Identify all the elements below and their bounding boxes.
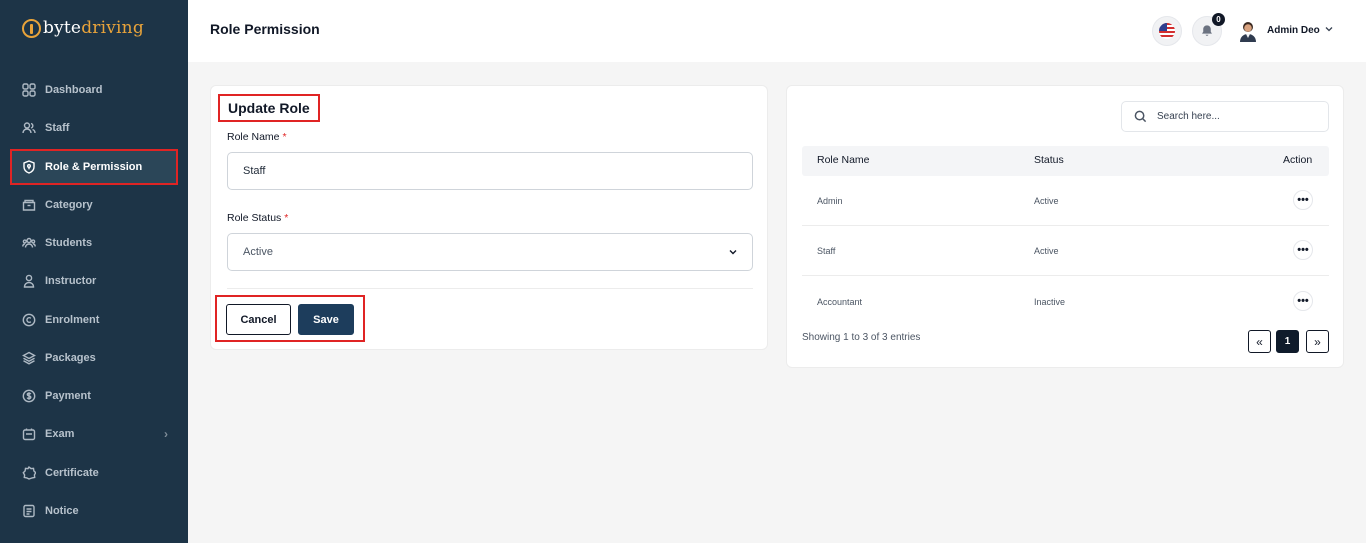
role-name-label-text: Role Name — [227, 131, 280, 143]
sidebar-item-label: Notice — [45, 505, 79, 517]
document-icon — [22, 504, 36, 518]
entries-info: Showing 1 to 3 of 3 entries — [802, 332, 921, 343]
exam-icon — [22, 427, 36, 441]
table-header: Role Name Status Action — [802, 146, 1329, 176]
brand-name-part1: byte — [43, 18, 82, 38]
status-cell: Inactive — [1034, 297, 1066, 307]
table-row: Accountant Inactive ••• — [802, 277, 1329, 327]
user-name[interactable]: Admin Deo — [1267, 25, 1320, 36]
pagination-prev-button[interactable]: « — [1248, 330, 1271, 353]
sidebar-item-category[interactable]: Category — [12, 189, 176, 221]
sidebar-item-label: Role & Permission — [45, 161, 143, 173]
user-icon — [22, 274, 36, 288]
sidebar-item-label: Certificate — [45, 467, 99, 479]
sidebar-item-notice[interactable]: Notice — [12, 495, 176, 527]
sidebar-item-enrolment[interactable]: Enrolment — [12, 304, 176, 336]
sidebar-item-certificate[interactable]: Certificate — [12, 457, 176, 489]
more-actions-button[interactable]: ••• — [1293, 190, 1313, 210]
sidebar-item-label: Students — [45, 237, 93, 249]
brand-name: bytedriving — [43, 18, 144, 38]
pagination-page-1[interactable]: 1 — [1276, 330, 1299, 353]
cancel-button[interactable]: Cancel — [226, 304, 291, 335]
sidebar-item-instructor[interactable]: Instructor — [12, 265, 176, 297]
column-header-role-name[interactable]: Role Name — [817, 154, 870, 166]
search-icon — [1134, 110, 1147, 123]
copyright-icon — [22, 313, 36, 327]
pagination-next-button[interactable]: » — [1306, 330, 1329, 353]
form-title: Update Role — [218, 94, 320, 122]
users-icon — [22, 121, 36, 135]
column-header-status[interactable]: Status — [1034, 154, 1064, 166]
role-name-cell: Staff — [817, 246, 836, 256]
sidebar-item-label: Instructor — [45, 275, 97, 287]
sidebar-item-exam[interactable]: Exam › — [12, 418, 176, 450]
more-actions-button[interactable]: ••• — [1293, 291, 1313, 311]
page-title: Role Permission — [210, 21, 320, 37]
role-name-label: Role Name * — [227, 131, 287, 143]
sidebar-item-payment[interactable]: Payment — [12, 380, 176, 412]
sidebar-item-packages[interactable]: Packages — [12, 342, 176, 374]
chevron-down-icon[interactable] — [1324, 24, 1334, 34]
grid-icon — [22, 83, 36, 97]
top-header: Role Permission 0 Admin Deo — [188, 0, 1366, 62]
role-status-value: Active — [243, 246, 273, 258]
sidebar-item-label: Staff — [45, 122, 70, 134]
role-status-label: Role Status * — [227, 212, 288, 224]
role-status-label-text: Role Status — [227, 212, 282, 224]
role-name-cell: Accountant — [817, 297, 863, 307]
badge-icon — [22, 466, 36, 480]
folder-icon — [22, 198, 36, 212]
update-role-card: Update Role Role Name * Staff Role Statu… — [210, 85, 768, 350]
required-mark: * — [284, 212, 289, 224]
bell-icon — [1202, 25, 1212, 36]
divider — [227, 288, 753, 289]
role-status-select[interactable]: Active — [227, 233, 753, 271]
sidebar-item-label: Exam — [45, 428, 75, 440]
people-icon — [22, 236, 36, 250]
language-button[interactable] — [1152, 16, 1182, 46]
sidebar-item-label: Payment — [45, 390, 91, 402]
avatar[interactable] — [1238, 20, 1258, 42]
notification-button[interactable]: 0 — [1192, 13, 1225, 46]
sidebar: bytedriving Dashboard Staff Role & Permi… — [0, 0, 188, 543]
chevron-down-icon — [729, 250, 737, 255]
search-box[interactable] — [1121, 101, 1329, 132]
roles-table-card: Role Name Status Action Admin Active •••… — [786, 85, 1344, 368]
save-button[interactable]: Save — [298, 304, 354, 335]
chevron-right-icon: › — [164, 427, 168, 441]
sidebar-item-label: Category — [45, 199, 93, 211]
status-cell: Active — [1034, 246, 1059, 256]
role-name-value: Staff — [243, 165, 266, 177]
brand-logo[interactable]: bytedriving — [22, 16, 144, 40]
sidebar-item-dashboard[interactable]: Dashboard — [12, 74, 176, 106]
table-row: Staff Active ••• — [802, 226, 1329, 276]
sidebar-item-students[interactable]: Students — [12, 227, 176, 259]
table-row: Admin Active ••• — [802, 176, 1329, 226]
layers-icon — [22, 351, 36, 365]
sidebar-item-label: Packages — [45, 352, 96, 364]
more-actions-button[interactable]: ••• — [1293, 240, 1313, 260]
us-flag-icon — [1159, 23, 1175, 39]
steering-wheel-icon — [22, 18, 41, 38]
role-name-input[interactable]: Staff — [227, 152, 753, 190]
required-mark: * — [282, 131, 287, 143]
sidebar-item-staff[interactable]: Staff — [12, 112, 176, 144]
shield-icon — [22, 160, 36, 174]
status-cell: Active — [1034, 196, 1059, 206]
sidebar-item-label: Enrolment — [45, 314, 100, 326]
dollar-icon — [22, 389, 36, 403]
column-header-action: Action — [1283, 154, 1313, 166]
role-name-cell: Admin — [817, 196, 843, 206]
form-actions: Cancel Save — [215, 295, 365, 342]
search-input[interactable] — [1157, 111, 1317, 122]
notification-count-badge: 0 — [1212, 13, 1225, 26]
sidebar-item-role-permission[interactable]: Role & Permission — [10, 149, 178, 185]
brand-name-part2: driving — [81, 18, 144, 38]
sidebar-item-label: Dashboard — [45, 84, 103, 96]
